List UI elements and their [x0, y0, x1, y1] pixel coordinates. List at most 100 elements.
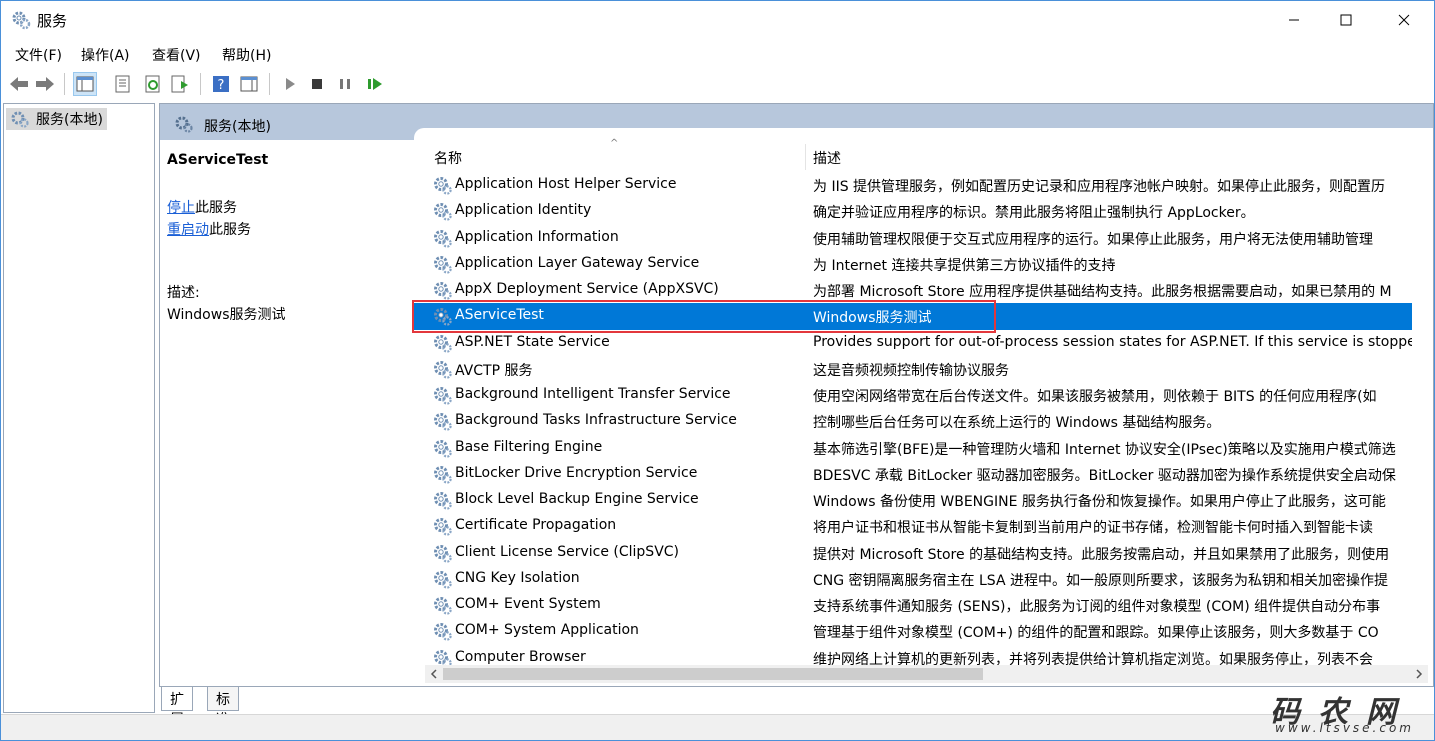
show-hide-action-pane-button[interactable] [237, 72, 261, 96]
export-list-icon [171, 75, 188, 93]
stop-icon [312, 79, 322, 89]
start-service-button[interactable] [278, 72, 302, 96]
refresh-button[interactable] [141, 72, 165, 96]
service-name: COM+ System Application [455, 622, 639, 639]
service-gear-icon [434, 492, 452, 510]
service-row[interactable]: AVCTP 服务 这是音频视频控制传输协议服务 [414, 356, 1412, 382]
service-name: Application Host Helper Service [455, 176, 677, 192]
svg-text:?: ? [218, 78, 225, 93]
menu-action[interactable]: 操作(A) [81, 45, 130, 65]
service-gear-icon [434, 387, 452, 405]
scroll-right-icon[interactable] [1412, 665, 1426, 683]
service-row[interactable]: Base Filtering Engine 基本筛选引擎(BFE)是一种管理防火墙… [414, 435, 1412, 461]
toolbar-separator [200, 73, 201, 95]
service-row[interactable]: Application Identity 确定并验证应用程序的标识。禁用此服务将阻… [414, 198, 1412, 224]
service-row[interactable]: COM+ Event System 支持系统事件通知服务 (SENS)，此服务为订… [414, 592, 1412, 618]
service-row[interactable]: Background Intelligent Transfer Service 使… [414, 382, 1412, 408]
column-separator[interactable] [805, 144, 806, 170]
service-gear-icon [434, 177, 452, 195]
maximize-button[interactable] [1323, 1, 1369, 39]
services-rows: Application Host Helper Service 为 IIS 提供管… [414, 172, 1412, 671]
toolbar: ? [1, 69, 1434, 99]
details-header-title: 服务(本地) [204, 119, 271, 135]
stop-service-link[interactable]: 停止 [167, 200, 195, 216]
service-row[interactable]: Block Level Backup Engine Service Windows… [414, 487, 1412, 513]
service-name: Base Filtering Engine [455, 438, 603, 455]
tree-node-label: 服务(本地) [36, 112, 103, 128]
tab-extended[interactable]: 扩展 [161, 687, 193, 728]
service-row[interactable]: Client License Service (ClipSVC) 提供对 Micr… [414, 540, 1412, 566]
title-bar[interactable]: 服务 [1, 1, 1434, 39]
column-header-description[interactable]: 描述 [813, 148, 841, 168]
service-description: Windows 备份使用 WBENGINE 服务执行备份和恢复操作。如果用户停止… [813, 494, 1386, 510]
service-name: AVCTP 服务 [455, 362, 533, 379]
toolbar-separator [64, 73, 65, 95]
pause-icon [340, 79, 350, 89]
minimize-icon [1289, 19, 1299, 21]
service-gear-icon [434, 255, 452, 274]
service-description: BDESVC 承载 BitLocker 驱动器加密服务。BitLocker 驱动… [813, 467, 1396, 484]
service-gear-icon [434, 229, 452, 248]
back-button[interactable] [7, 72, 31, 96]
menu-bar: 文件(F) 操作(A) 查看(V) 帮助(H) [1, 41, 1434, 67]
stop-service-button[interactable] [305, 72, 329, 96]
horizontal-scroll-thumb[interactable] [443, 668, 983, 680]
properties-button[interactable] [111, 72, 135, 96]
service-row[interactable]: BitLocker Drive Encryption Service BDESVC… [414, 461, 1412, 487]
service-name: BitLocker Drive Encryption Service [455, 464, 698, 481]
export-list-button[interactable] [168, 72, 192, 96]
service-name: Computer Browser [455, 648, 586, 665]
service-description: 将用户证书和根证书从智能卡复制到当前用户的证书存储，检测智能卡何时插入到智能卡读 [813, 520, 1373, 537]
show-hide-console-tree-button[interactable] [73, 72, 97, 96]
service-name: Application Information [455, 228, 619, 245]
service-row[interactable]: Background Tasks Infrastructure Service 控… [414, 408, 1412, 434]
status-bar: 码农网 www.ltsvse.com [1, 695, 1434, 740]
column-header-name[interactable]: 名称 [434, 148, 462, 168]
menu-file[interactable]: 文件(F) [15, 45, 62, 65]
watermark-url: www.ltsvse.com [1275, 721, 1414, 735]
service-description: 控制哪些后台任务可以在系统上运行的 Windows 基础结构服务。 [813, 415, 1221, 432]
close-button[interactable] [1381, 1, 1427, 39]
restart-service-button[interactable] [363, 72, 387, 96]
restart-icon [368, 78, 382, 90]
forward-button[interactable] [33, 72, 57, 96]
help-button[interactable]: ? [209, 72, 233, 96]
service-row[interactable]: Application Host Helper Service 为 IIS 提供管… [414, 172, 1412, 198]
service-row[interactable]: Application Information 使用辅助管理权限便于交互式应用程序… [414, 225, 1412, 251]
minimize-button[interactable] [1271, 1, 1317, 39]
restart-service-link[interactable]: 重启动 [167, 222, 209, 238]
menu-help[interactable]: 帮助(H) [222, 45, 271, 65]
tree-node-services-local[interactable]: 服务(本地) [6, 108, 107, 130]
service-description: 提供对 Microsoft Store 的基础结构支持。此服务按需启动，并且如果… [813, 546, 1390, 563]
close-icon [1398, 14, 1410, 26]
details-pane: 服务(本地) AServiceTest 停止此服务 重启动此服务 描述: Win… [159, 103, 1434, 687]
forward-arrow-icon [36, 77, 54, 91]
services-window: 服务 文件(F) 操作(A) 查看(V) 帮助(H) ? 服务(本地) 服务(本… [0, 0, 1435, 741]
service-description: 为 Internet 连接共享提供第三方协议插件的支持 [813, 257, 1116, 274]
service-row[interactable]: Certificate Propagation 将用户证书和根证书从智能卡复制到当… [414, 513, 1412, 539]
window-title: 服务 [37, 12, 68, 30]
restart-service-action: 重启动此服务 [167, 219, 251, 239]
service-row[interactable]: CNG Key Isolation CNG 密钥隔离服务宿主在 LSA 进程中。如… [414, 566, 1412, 592]
service-gear-icon [434, 360, 452, 379]
service-row[interactable]: Application Layer Gateway Service 为 Inter… [414, 251, 1412, 277]
service-description: 为 IIS 提供管理服务，例如配置历史记录和应用程序池帐户映射。如果停止此服务，… [813, 179, 1386, 195]
scroll-left-icon[interactable] [427, 665, 441, 683]
service-name: Background Tasks Infrastructure Service [455, 412, 737, 429]
service-description: Provides support for out-of-process sess… [813, 333, 1412, 350]
tab-standard[interactable]: 标准 [207, 687, 239, 728]
restart-service-suffix: 此服务 [209, 222, 251, 238]
service-gear-icon [434, 518, 452, 536]
column-header-row: ^ 名称 描述 [414, 138, 1414, 170]
service-row[interactable]: COM+ System Application 管理基于组件对象模型 (COM+)… [414, 618, 1412, 644]
pause-service-button[interactable] [333, 72, 357, 96]
horizontal-scrollbar[interactable] [425, 665, 1428, 683]
service-description: 这是音频视频控制传输协议服务 [813, 362, 1009, 379]
menu-view[interactable]: 查看(V) [152, 45, 201, 65]
service-name: Certificate Propagation [455, 517, 617, 534]
service-row[interactable]: ASP.NET State Service Provides support fo… [414, 330, 1412, 356]
service-name: Client License Service (ClipSVC) [455, 543, 680, 560]
service-gear-icon [434, 597, 452, 615]
service-name: COM+ Event System [455, 596, 601, 612]
service-gear-icon [434, 439, 452, 458]
